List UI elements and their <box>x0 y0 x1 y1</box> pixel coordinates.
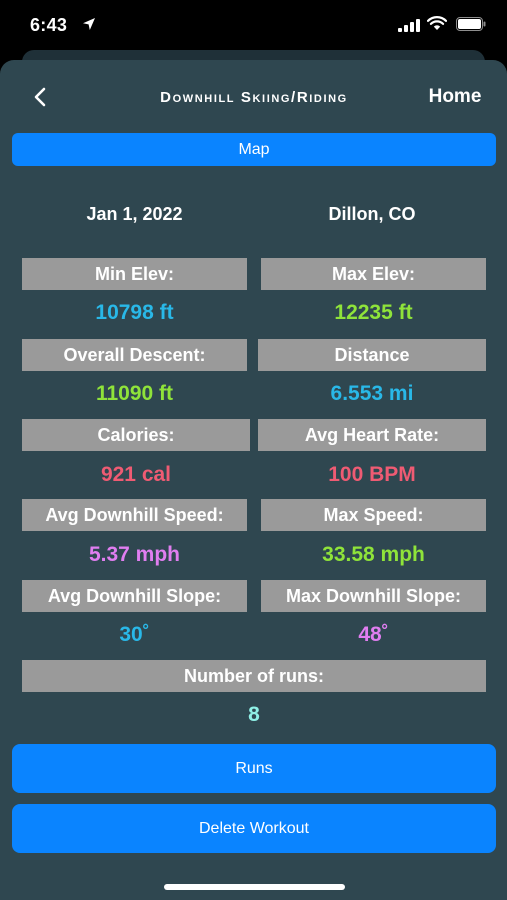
avg-downhill-speed-label: Avg Downhill Speed: <box>22 499 247 531</box>
status-bar: 6:43 <box>0 0 507 48</box>
battery-icon <box>456 17 486 31</box>
home-button[interactable]: Home <box>410 86 500 108</box>
avg-heart-rate-value: 100 BPM <box>328 463 416 486</box>
max-downhill-slope-label: Max Downhill Slope: <box>261 580 486 612</box>
avg-downhill-speed-value: 5.37 mph <box>88 543 181 566</box>
wifi-icon <box>427 16 447 30</box>
avg-downhill-slope-value: 30˚ <box>119 623 150 646</box>
max-downhill-slope-value: 48˚ <box>358 623 389 646</box>
distance-label: Distance <box>258 339 486 371</box>
map-button[interactable]: Map <box>12 133 496 166</box>
avg-downhill-slope-label: Avg Downhill Slope: <box>22 580 247 612</box>
max-speed-value: 33.58 mph <box>322 543 425 566</box>
max-speed-label: Max Speed: <box>261 499 486 531</box>
calories-label: Calories: <box>22 419 250 451</box>
workout-date: Jan 1, 2022 <box>86 204 183 224</box>
location-arrow-icon <box>83 18 95 30</box>
calories-value: 921 cal <box>100 463 172 486</box>
max-elev-value: 12235 ft <box>334 301 413 324</box>
min-elev-label: Min Elev: <box>22 258 247 290</box>
page-title: Downhill Skiing/Riding <box>160 89 348 106</box>
number-of-runs-label: Number of runs: <box>22 660 486 692</box>
distance-value: 6.553 mi <box>330 382 414 405</box>
status-time: 6:43 <box>30 15 68 35</box>
number-of-runs-value: 8 <box>248 703 260 726</box>
min-elev-value: 10798 ft <box>95 301 174 324</box>
runs-button[interactable]: Runs <box>12 744 496 793</box>
max-elev-label: Max Elev: <box>261 258 486 290</box>
back-chevron-icon[interactable] <box>30 86 50 108</box>
overall-descent-label: Overall Descent: <box>22 339 247 371</box>
workout-location: Dillon, CO <box>328 204 416 224</box>
cellular-signal-icon <box>398 19 420 32</box>
avg-heart-rate-label: Avg Heart Rate: <box>258 419 486 451</box>
home-indicator <box>164 884 345 890</box>
overall-descent-value: 11090 ft <box>95 382 174 405</box>
delete-workout-button[interactable]: Delete Workout <box>12 804 496 853</box>
